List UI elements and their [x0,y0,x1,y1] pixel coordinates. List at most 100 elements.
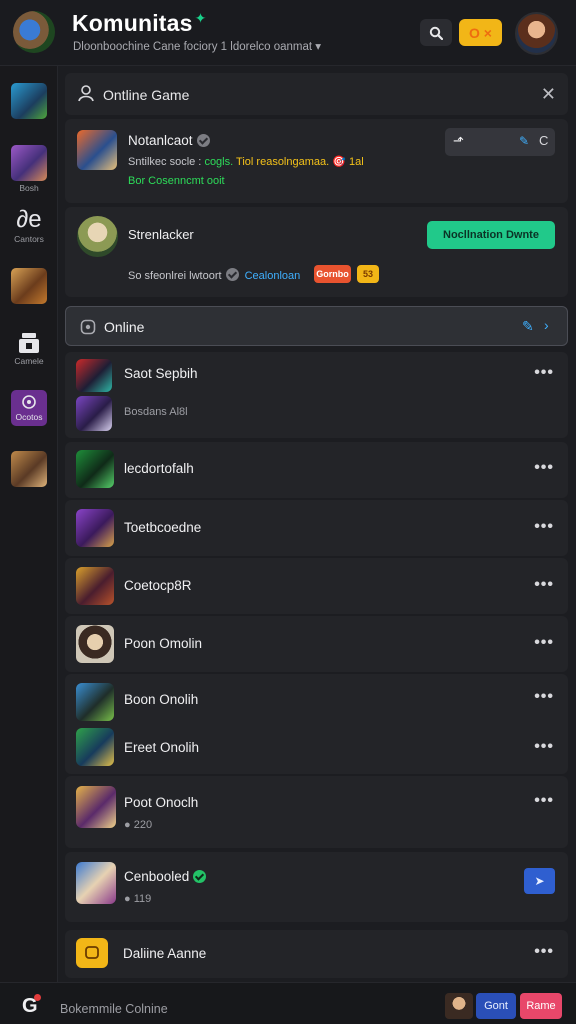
cursor-icon[interactable]: ⬏ [453,133,464,149]
bottom-avatar[interactable] [445,993,473,1019]
player-icon: ● [124,819,131,831]
play-button[interactable]: ➤ [524,868,555,894]
game-thumbnail [76,683,114,721]
panel-title: Ontline Game [103,87,190,103]
left-sidebar: Bosh ∂e Cantors Camele Ocotos [0,66,58,982]
profile-card: Strenlacker Nocllnation Dwnte So sfeonlr… [65,207,568,297]
list-item-name: Coetocp8R [124,578,192,593]
chevron-down-icon: ▾ [315,41,322,53]
game-thumbnail [76,567,114,605]
list-item[interactable]: Boon Onolih ••• Ereet Onolih ••• [65,674,568,774]
verified-icon [193,870,207,883]
user-icon [78,85,94,102]
app-logo[interactable] [13,11,55,53]
profile-status-text: So sfeonlrei lwtoort [128,270,222,282]
sidebar-item-game-4[interactable] [0,268,58,304]
list-item-name: Poot Onoclh [124,795,199,810]
profile-link[interactable]: Cealonloan [245,270,301,282]
search-button[interactable] [420,19,452,46]
game-thumbnail [76,786,116,828]
sidebar-item-ocotos[interactable]: Ocotos [0,390,58,426]
list-item[interactable]: lecdortofalh ••• [65,442,568,498]
list-item-name: Poon Omolin [124,636,203,651]
bottom-pink-button-label: Rame [526,1000,556,1012]
game-thumbnail [11,451,47,487]
refresh-icon[interactable]: C [539,133,548,148]
edit-icon[interactable]: ✎ [522,318,534,335]
store-icon [19,333,39,353]
close-icon[interactable]: ✕ [541,84,556,105]
profile-avatar[interactable] [77,216,118,257]
game-thumbnail [76,862,116,904]
tag-chip[interactable]: 53 [357,265,379,283]
list-item-name: Ereet Onolih [124,740,200,755]
more-icon[interactable]: ••• [534,459,554,477]
player-count: 119 [133,893,152,905]
list-item-subtitle: ● 119 [124,893,151,905]
game-thumbnail [76,625,114,663]
user-avatar[interactable] [515,12,558,55]
tag-chip[interactable]: Gornbo [314,265,351,283]
more-icon[interactable]: ••• [534,364,554,382]
profile-action-button[interactable]: Nocllnation Dwnte [427,221,555,249]
app-title-text: Komunitas [72,10,193,36]
online-label: Online [104,319,145,335]
game-thumbnail [76,728,114,766]
sidebar-item-label: Camele [14,356,44,366]
sidebar-item-game-7[interactable] [0,451,58,487]
list-item[interactable]: Cenbooled ● 119 ➤ [65,852,568,922]
list-item[interactable]: Poon Omolin ••• [65,616,568,672]
notification-dot-icon [34,994,41,1001]
list-item-subtitle: ● 220 [124,819,152,831]
edit-icon[interactable]: ✎ [519,134,529,148]
bottom-pink-button[interactable]: Rame [520,993,562,1019]
more-icon[interactable]: ••• [534,792,554,810]
more-icon[interactable]: ••• [534,634,554,652]
game-thumbnail [11,83,47,119]
bottom-blue-button[interactable]: Gont [476,993,516,1019]
sidebar-item-label: Bosh [19,183,39,193]
game-thumbnail [76,938,108,968]
game-thumbnail [76,359,112,392]
more-icon[interactable]: ••• [534,576,554,594]
coin-icon: O × [469,24,492,41]
coins-button[interactable]: O × [459,19,502,46]
notification-line-2: Bor Cosenncmt ooit [128,175,225,187]
notification-card[interactable]: Notanlcaot Sntilkec socle : cogls. Tiol … [65,119,568,203]
notification-highlight: cogls. [204,156,234,168]
chat-bubble-icon [85,946,99,959]
sidebar-item-cantors[interactable]: ∂e Cantors [0,208,58,245]
notification-controls: ⬏ ✎ C [445,128,555,156]
list-item[interactable]: Toetbcoedne ••• [65,500,568,556]
app-subtitle-text: Dloonboochine Cane fociory 1 ldorelco oa… [73,41,313,53]
chevron-right-icon[interactable]: › [544,317,549,333]
top-header: Komunitas ✦ Dloonboochine Cane fociory 1 … [0,0,576,66]
list-item-name: Boon Onolih [124,692,199,707]
list-item[interactable]: Coetocp8R ••• [65,558,568,614]
game-thumbnail [77,130,117,170]
verified-icon [196,134,210,147]
more-icon[interactable]: ••• [534,518,554,536]
sidebar-item-camele[interactable]: Camele [0,332,58,366]
chat-icon [80,319,96,335]
online-game-header: Ontline Game ✕ [65,73,568,115]
list-item[interactable]: Poot Onoclh ● 220 ••• [65,776,568,848]
notification-text: Sntilkec socle : [128,156,202,168]
game-thumbnail [11,268,47,304]
notification-name-text: Notanlcaot [128,133,193,148]
more-icon[interactable]: ••• [534,738,554,756]
sidebar-item-game-1[interactable] [0,83,58,119]
sparkle-icon: ✦ [194,10,207,26]
bottom-blue-button-label: Gont [484,1000,508,1012]
list-item-name-text: Cenbooled [124,869,190,884]
list-item[interactable]: Daliine Aanne ••• [65,930,568,978]
list-item[interactable]: Saot Sepbih Bosdans Al8l ••• [65,352,568,438]
more-icon[interactable]: ••• [534,688,554,706]
verified-icon [225,268,239,281]
search-icon [429,26,443,40]
online-section-header[interactable]: Online ✎ › [65,306,568,346]
more-icon[interactable]: ••• [534,943,554,961]
sidebar-item-bosh[interactable]: Bosh [0,145,58,193]
sidebar-item-label: Cantors [14,234,44,244]
app-subtitle[interactable]: Dloonboochine Cane fociory 1 ldorelco oa… [73,39,321,53]
